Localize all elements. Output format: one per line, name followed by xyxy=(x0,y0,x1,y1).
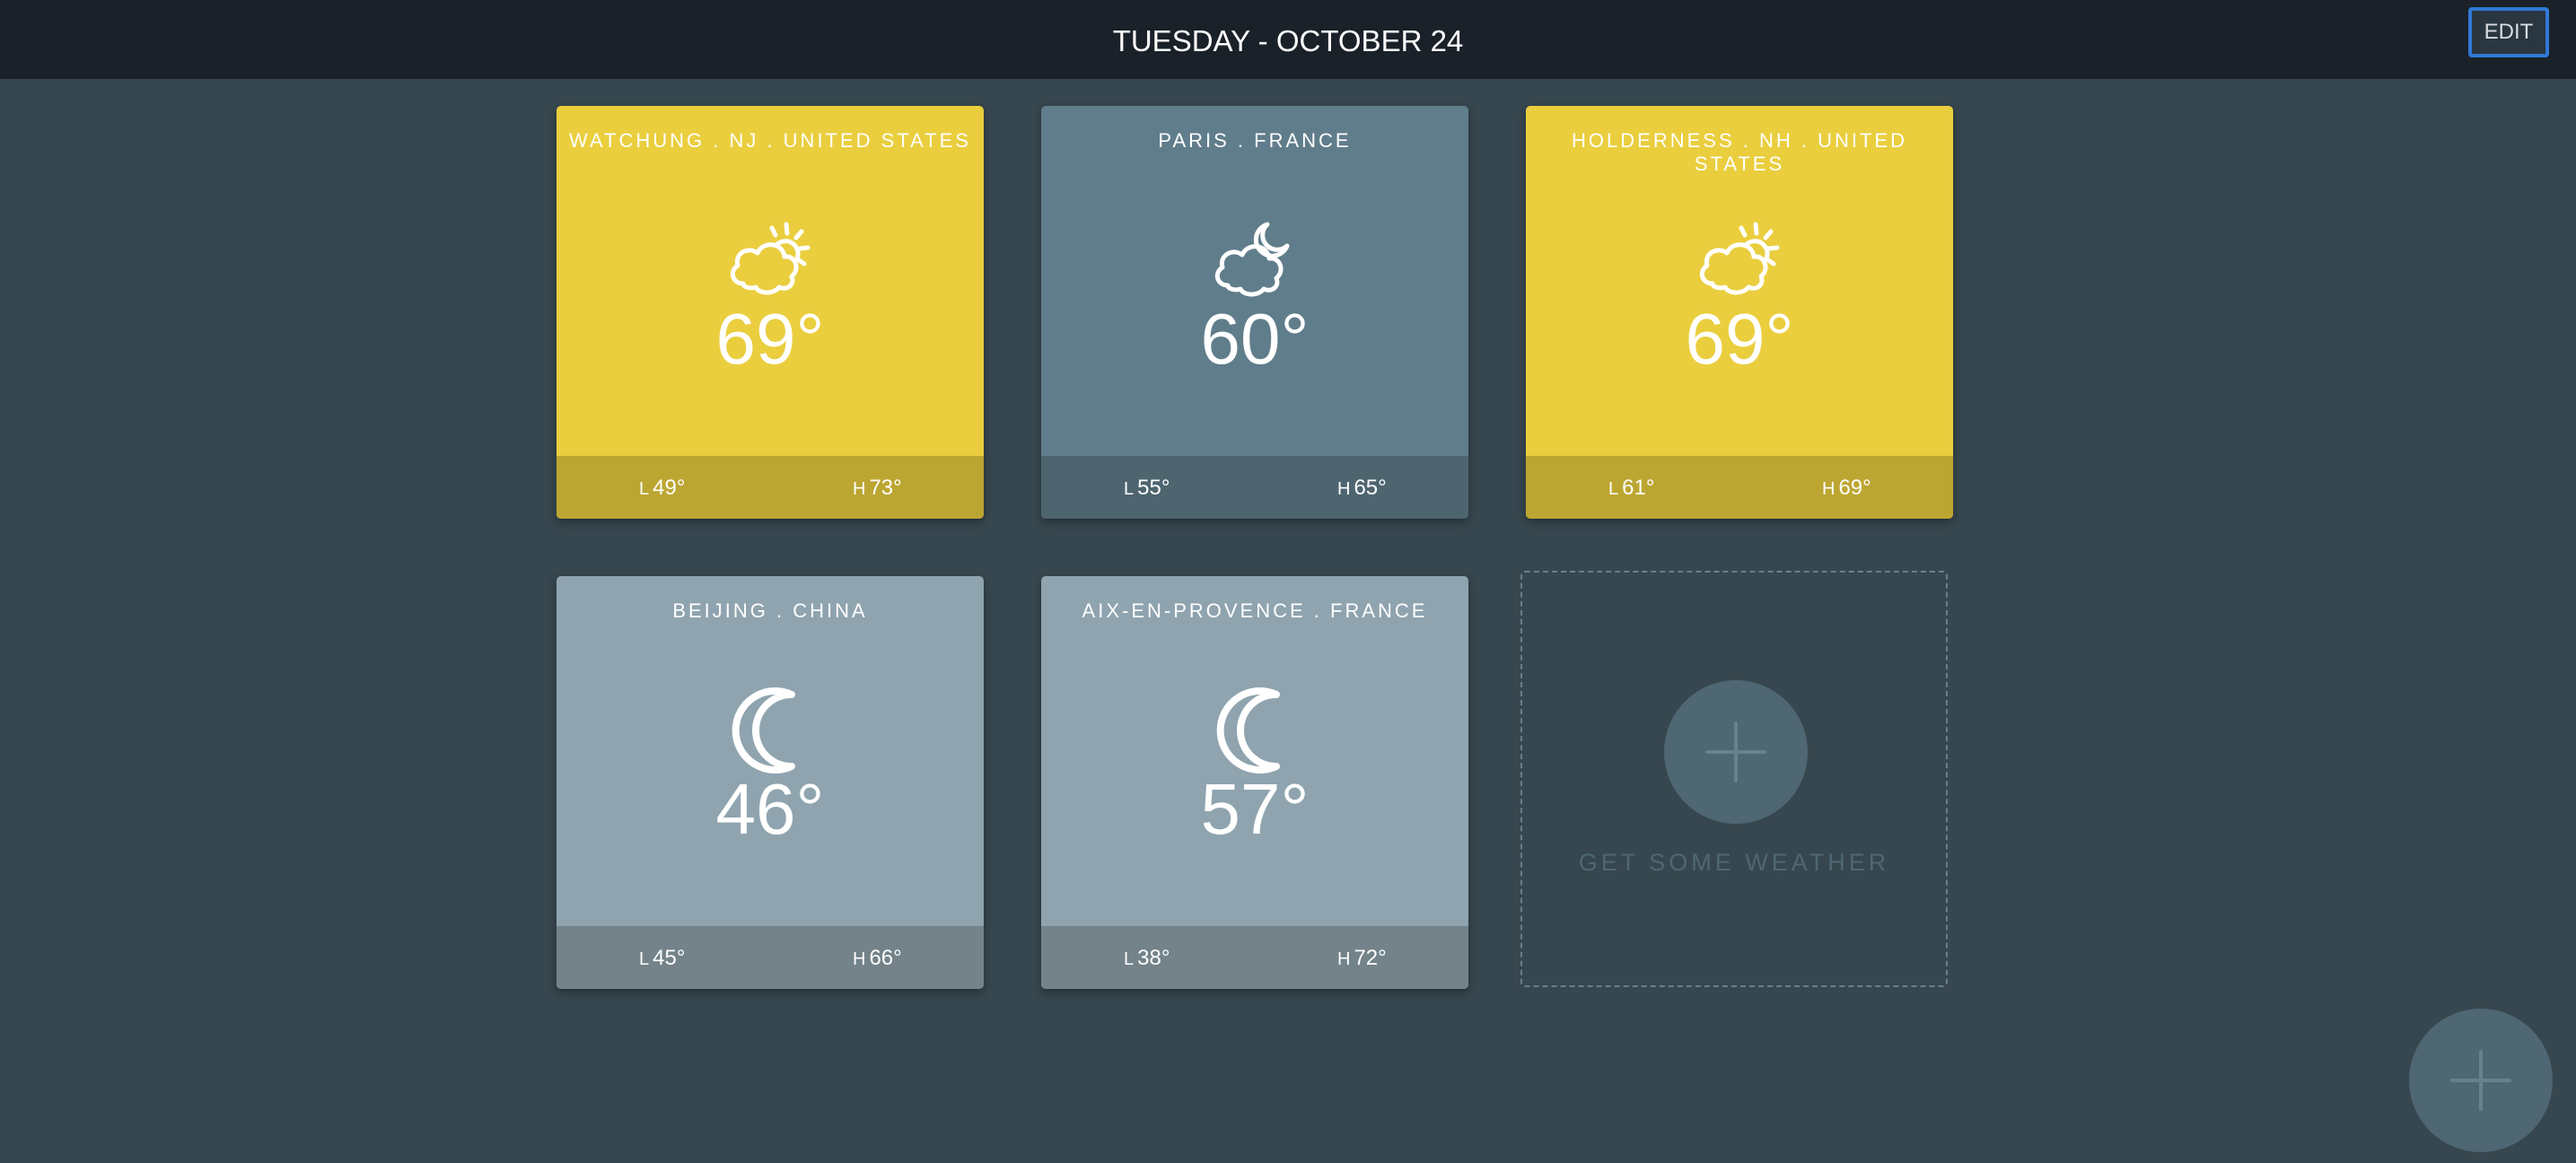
add-location-tile[interactable]: GET SOME WEATHER xyxy=(1520,571,1948,987)
low-value: 49° xyxy=(653,476,686,500)
high-prefix: H xyxy=(1337,479,1351,499)
low-prefix: L xyxy=(639,949,650,969)
low-value: 38° xyxy=(1137,946,1170,970)
high-value: 69° xyxy=(1838,476,1871,500)
low-prefix: L xyxy=(639,479,650,499)
weather-card[interactable]: BEIJING . CHINA 46° L 45° H 66° xyxy=(556,576,984,989)
high-value: 72° xyxy=(1354,946,1387,970)
current-temperature: 69° xyxy=(715,299,825,379)
weather-card[interactable]: PARIS . FRANCE 60° L 55° H 65° xyxy=(1041,106,1468,519)
high-prefix: H xyxy=(853,949,866,969)
low-prefix: L xyxy=(1124,479,1135,499)
card-location: PARIS . FRANCE xyxy=(1158,129,1352,152)
high-prefix: H xyxy=(1822,479,1836,499)
low-temperature: L 49° xyxy=(639,456,685,519)
card-footer: L 61° H 69° xyxy=(1526,456,1953,519)
floating-add-button[interactable] xyxy=(2409,1009,2553,1152)
low-prefix: L xyxy=(1608,479,1619,499)
plus-icon xyxy=(1705,721,1766,783)
current-temperature: 46° xyxy=(715,769,825,849)
high-temperature: H 65° xyxy=(1337,456,1387,519)
high-prefix: H xyxy=(1337,949,1351,969)
page-title: TUESDAY - OCTOBER 24 xyxy=(1112,24,1464,57)
low-temperature: L 45° xyxy=(639,926,685,989)
low-temperature: L 61° xyxy=(1608,456,1654,519)
card-footer: L 45° H 66° xyxy=(556,926,984,989)
current-temperature: 60° xyxy=(1200,299,1310,379)
card-footer: L 38° H 72° xyxy=(1041,926,1468,989)
high-temperature: H 66° xyxy=(853,926,902,989)
card-location: WATCHUNG . NJ . UNITED STATES xyxy=(569,129,971,152)
low-value: 55° xyxy=(1137,476,1170,500)
high-value: 66° xyxy=(869,946,902,970)
card-location: BEIJING . CHINA xyxy=(672,599,868,622)
high-prefix: H xyxy=(853,479,866,499)
low-temperature: L 55° xyxy=(1124,456,1170,519)
high-value: 73° xyxy=(869,476,902,500)
weather-card[interactable]: AIX-EN-PROVENCE . FRANCE 57° L 38° H 72° xyxy=(1041,576,1468,989)
card-location: AIX-EN-PROVENCE . FRANCE xyxy=(1082,599,1428,622)
high-value: 65° xyxy=(1354,476,1387,500)
high-temperature: H 69° xyxy=(1822,456,1871,519)
low-prefix: L xyxy=(1124,949,1135,969)
low-value: 61° xyxy=(1622,476,1655,500)
card-footer: L 55° H 65° xyxy=(1041,456,1468,519)
current-temperature: 57° xyxy=(1200,769,1310,849)
add-location-label: GET SOME WEATHER xyxy=(1578,849,1890,876)
edit-button[interactable]: EDIT xyxy=(2468,7,2549,57)
weather-card[interactable]: HOLDERNESS . NH . UNITED STATES 69° L 61°… xyxy=(1526,106,1953,519)
top-bar: TUESDAY - OCTOBER 24 EDIT xyxy=(0,0,2576,79)
weather-card[interactable]: WATCHUNG . NJ . UNITED STATES 69° L 49° H… xyxy=(556,106,984,519)
high-temperature: H 72° xyxy=(1337,926,1387,989)
high-temperature: H 73° xyxy=(853,456,902,519)
plus-icon xyxy=(2450,1050,2511,1111)
low-value: 45° xyxy=(653,946,686,970)
card-location: HOLDERNESS . NH . UNITED STATES xyxy=(1572,129,1907,175)
current-temperature: 69° xyxy=(1685,299,1794,379)
low-temperature: L 38° xyxy=(1124,926,1170,989)
add-location-button[interactable] xyxy=(1664,680,1808,824)
card-footer: L 49° H 73° xyxy=(556,456,984,519)
